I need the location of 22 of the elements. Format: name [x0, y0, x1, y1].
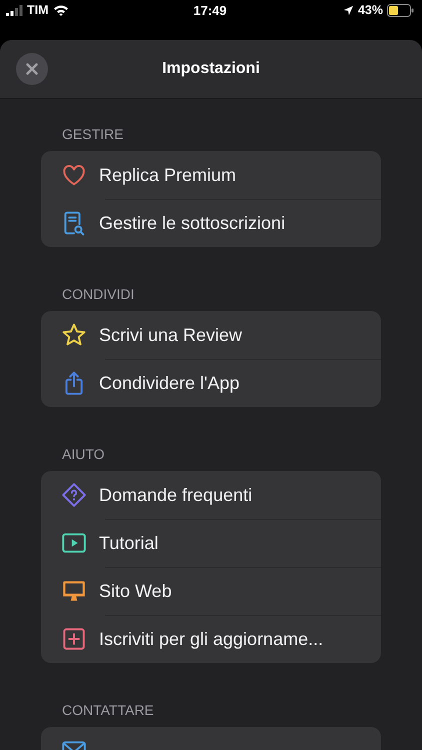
- close-button[interactable]: [16, 53, 48, 85]
- settings-row[interactable]: Replica Premium: [41, 151, 381, 199]
- section-header: GESTIRE: [62, 126, 124, 142]
- location-arrow-icon: [342, 4, 354, 16]
- battery-percent: 43%: [358, 3, 383, 17]
- settings-row[interactable]: Domande frequenti: [41, 471, 381, 519]
- settings-row[interactable]: Tutorial: [41, 519, 381, 567]
- section-header: CONDIVIDI: [62, 286, 136, 302]
- battery-icon: [387, 4, 414, 16]
- settings-row[interactable]: Sito Web: [41, 567, 381, 615]
- settings-row[interactable]: Scrivi una Review: [41, 311, 381, 359]
- close-icon: [26, 63, 38, 75]
- section-header: CONTATTARE: [62, 702, 155, 718]
- clock-time: 17:49: [193, 2, 227, 18]
- settings-row[interactable]: Condividere l'App: [41, 359, 381, 407]
- settings-row[interactable]: Iscriviti per gli aggiorname...: [41, 615, 381, 663]
- settings-row[interactable]: Gestire le sottoscrizioni: [41, 199, 381, 247]
- carrier-name: TIM: [27, 3, 49, 17]
- signal-icon: [6, 4, 23, 16]
- window-title: Impostazioni: [162, 60, 260, 78]
- section-header: AIUTO: [62, 446, 106, 462]
- wifi-icon: [52, 4, 69, 16]
